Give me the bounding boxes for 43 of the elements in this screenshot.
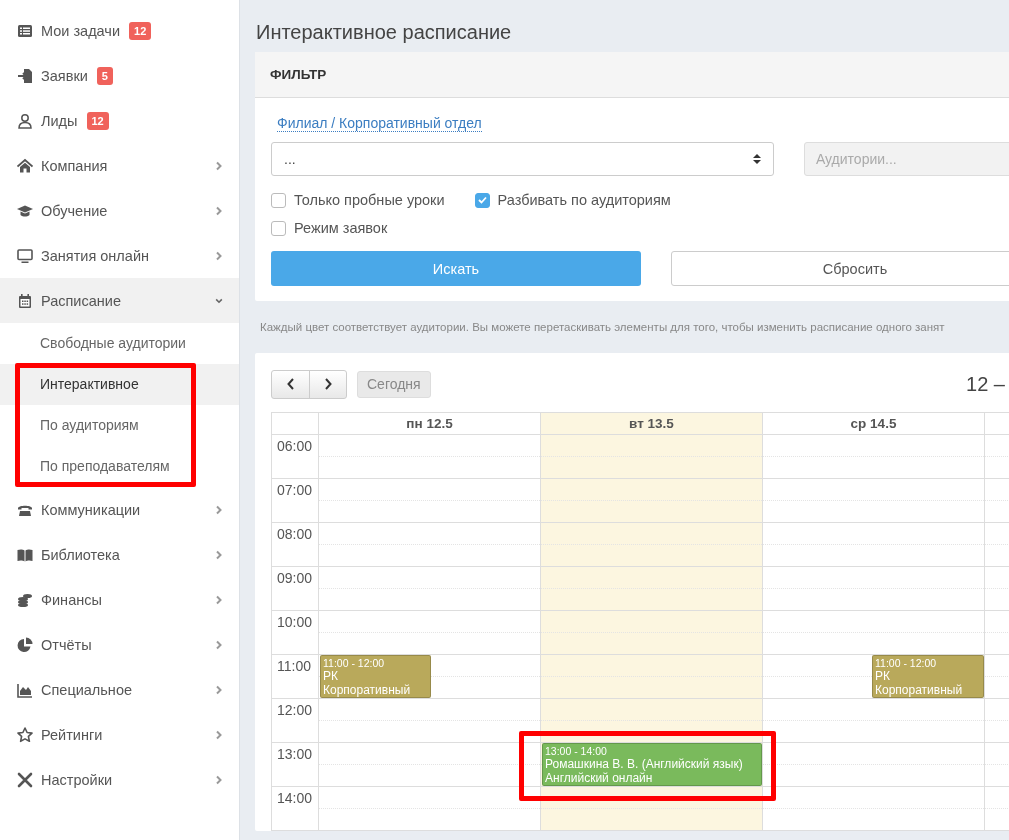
time-label: 11:00 xyxy=(276,657,311,674)
sidebar-item[interactable]: Мои задачи 12 xyxy=(0,8,239,53)
time-label: 10:00 xyxy=(276,613,313,630)
time-label: 13:00 xyxy=(276,745,313,762)
sidebar-item[interactable]: Расписание xyxy=(0,278,239,323)
sidebar-item[interactable]: Обучение xyxy=(0,188,239,233)
submenu-item[interactable]: Интерактивное xyxy=(0,364,239,405)
branch-select[interactable]: ... xyxy=(271,142,774,176)
sidebar-item[interactable]: Рейтинги xyxy=(0,712,239,757)
panel-title: ФИЛЬТР xyxy=(255,52,1009,98)
sidebar-item[interactable]: Компания xyxy=(0,143,239,188)
checkbox-label[interactable]: Только пробные уроки xyxy=(294,192,445,208)
date-range-title: 12 – xyxy=(966,372,1005,396)
day-header: ср 14.5 xyxy=(763,413,985,435)
time-label: 06:00 xyxy=(276,437,313,454)
sidebar-item[interactable]: Библиотека xyxy=(0,532,239,577)
submenu-item[interactable]: По преподавателям xyxy=(0,446,239,487)
reset-button[interactable]: Сбросить xyxy=(670,251,1009,286)
time-label: 07:00 xyxy=(276,481,313,498)
day-header: пн 12.5 xyxy=(319,413,541,435)
branch-link[interactable]: Филиал / Корпоративный отдел xyxy=(277,115,482,132)
sidebar-item[interactable]: Заявки 5 xyxy=(0,53,239,98)
count-badge: 5 xyxy=(96,66,113,85)
time-label: 08:00 xyxy=(276,525,313,542)
time-label: 14:00 xyxy=(276,789,313,806)
count-badge: 12 xyxy=(86,111,109,130)
sidebar-item[interactable]: Финансы xyxy=(0,577,239,622)
sidebar-item[interactable]: Настройки xyxy=(0,757,239,802)
sidebar-item[interactable]: Отчёты xyxy=(0,622,239,667)
submenu-item[interactable]: Свободные аудитории xyxy=(0,323,239,364)
submenu-item[interactable]: По аудиториям xyxy=(0,405,239,446)
time-label: 12:00 xyxy=(276,701,313,718)
sidebar-item[interactable]: Специальное xyxy=(0,667,239,712)
day-header: вт 13.5 xyxy=(541,413,763,435)
time-label: 09:00 xyxy=(276,569,313,586)
sidebar-item[interactable]: Занятия онлайн xyxy=(0,233,239,278)
sidebar-item[interactable]: Лиды 12 xyxy=(0,98,239,143)
checkbox-label[interactable]: Разбивать по аудиториям xyxy=(497,192,671,208)
checkbox-label[interactable]: Режим заявок xyxy=(294,220,388,236)
hint-text: Каждый цвет соответствует аудитории. Вы можете перетаскивать элементы для того, чтобы изменить расписание одного занят xyxy=(260,321,946,335)
page-title: Интерактивное расписание xyxy=(256,20,513,45)
count-badge: 12 xyxy=(129,21,152,40)
sidebar-item[interactable]: Коммуникации xyxy=(0,487,239,532)
